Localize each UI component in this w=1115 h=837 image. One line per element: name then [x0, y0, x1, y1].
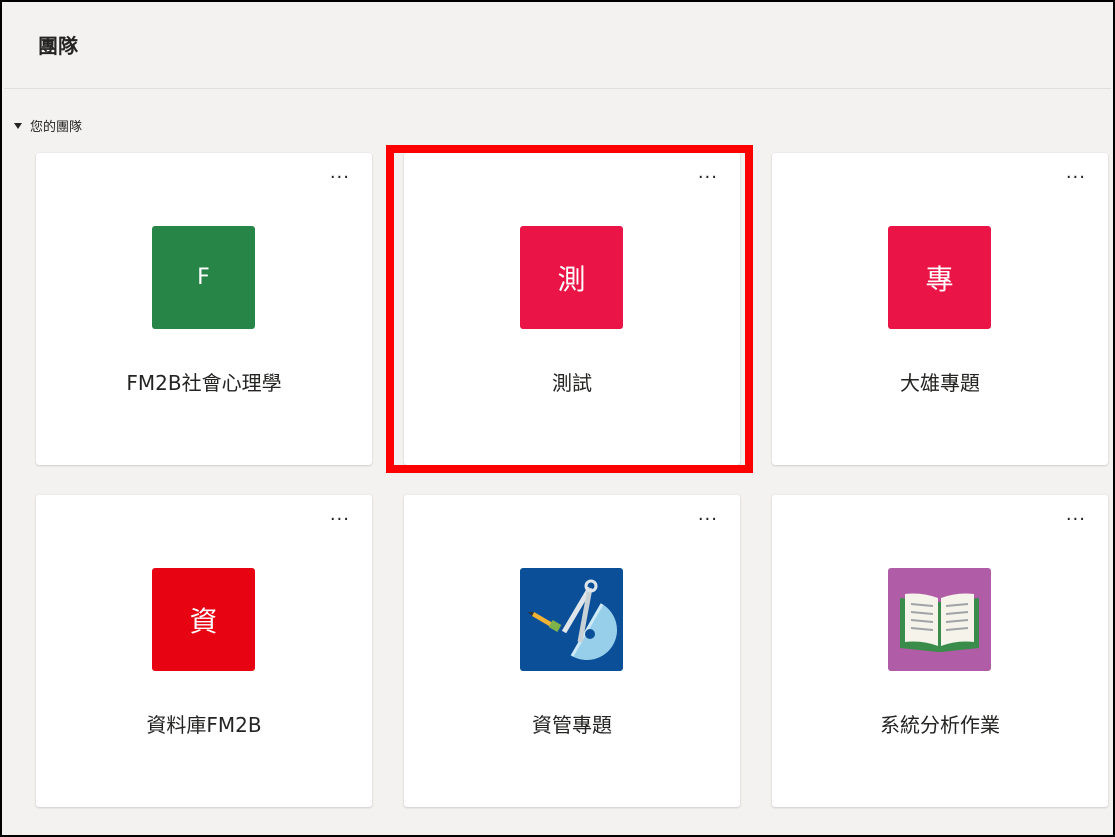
team-card[interactable]: ··· 系統分析作業: [772, 495, 1108, 807]
team-card[interactable]: ··· 測 測試: [404, 153, 740, 465]
team-card[interactable]: ··· F FM2B社會心理學: [36, 153, 372, 465]
open-book-icon: [888, 568, 991, 671]
team-avatar-icon: 測: [520, 226, 623, 329]
team-name: 大雄專題: [900, 371, 980, 395]
page-title: 團隊: [38, 34, 78, 58]
team-card[interactable]: ··· 資管專題: [404, 495, 740, 807]
more-options-button[interactable]: ···: [698, 511, 718, 529]
team-name: 資管專題: [532, 713, 612, 737]
team-avatar-icon: 專: [888, 226, 991, 329]
your-teams-section-toggle[interactable]: 您的團隊: [14, 116, 82, 135]
team-avatar-icon: F: [152, 226, 255, 329]
more-options-button[interactable]: ···: [1066, 169, 1086, 187]
more-options-button[interactable]: ···: [1066, 511, 1086, 529]
team-name: 資料庫FM2B: [146, 713, 262, 737]
compass-protractor-icon: [520, 568, 623, 671]
teams-window: 團隊 您的團隊 ··· F FM2B社會心理學 ··· 測 測試 ··· 專 大…: [0, 0, 1115, 837]
team-name: FM2B社會心理學: [126, 371, 282, 395]
team-name: 測試: [552, 371, 592, 395]
caret-down-icon: [14, 122, 22, 129]
section-label: 您的團隊: [30, 120, 83, 135]
more-options-button[interactable]: ···: [330, 511, 350, 529]
team-avatar-icon: 資: [152, 568, 255, 671]
more-options-button[interactable]: ···: [698, 169, 718, 187]
team-card[interactable]: ··· 資 資料庫FM2B: [36, 495, 372, 807]
header-bar: 團隊: [4, 4, 1111, 89]
team-card[interactable]: ··· 專 大雄專題: [772, 153, 1108, 465]
team-name: 系統分析作業: [880, 713, 1000, 737]
more-options-button[interactable]: ···: [330, 169, 350, 187]
